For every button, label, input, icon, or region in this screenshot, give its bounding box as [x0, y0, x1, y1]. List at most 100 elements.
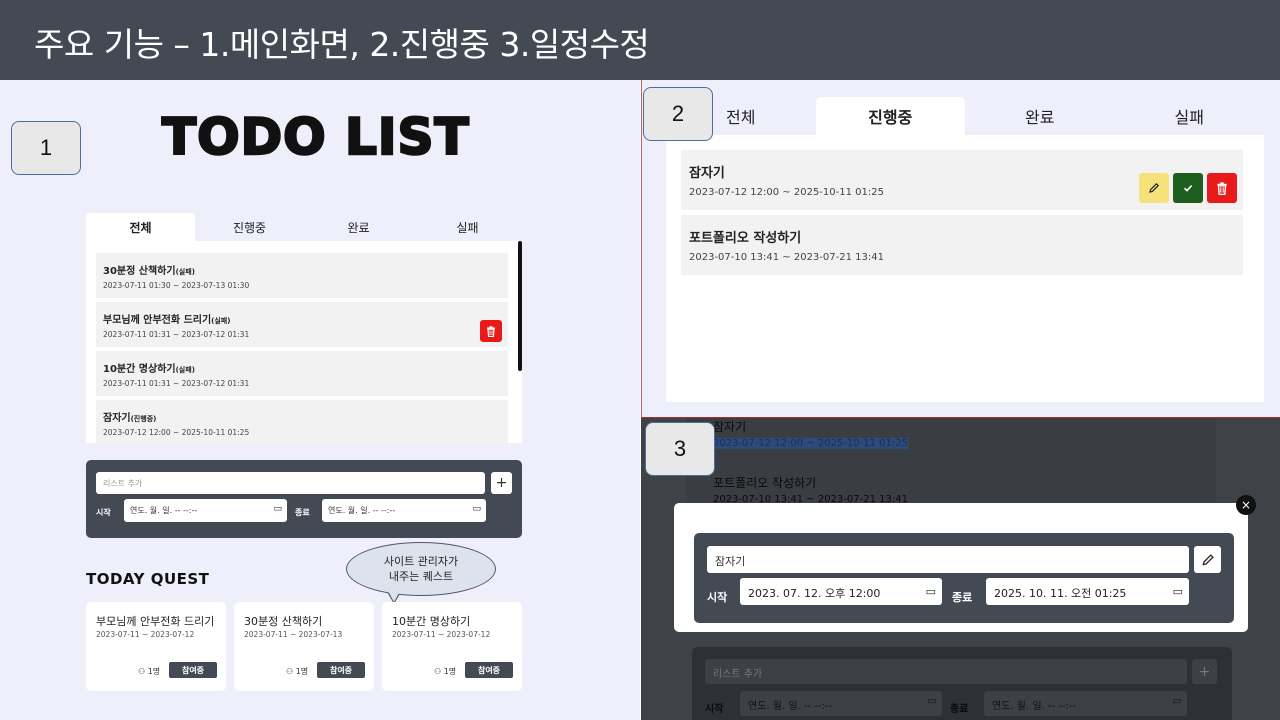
start-date-input[interactable]: 연도. 월. 일. -- --:-- ▭: [124, 499, 287, 522]
list-item[interactable]: 포트폴리오 작성하기 2023-07-10 13:41 ~ 2023-07-21…: [681, 215, 1243, 275]
dimmed-end-label: 종료: [950, 704, 969, 715]
quest-title: 10분간 명상하기: [392, 615, 471, 628]
list-item[interactable]: 잠자기(진행중) 2023-07-12 12:00 ~ 2025-10-11 0…: [96, 400, 508, 443]
dimmed-start-date: 연도. 월. 일. -- --:-- ▭: [740, 691, 942, 716]
item-dates: 2023-07-11 01:31 ~ 2023-07-12 01:31: [103, 379, 250, 388]
annotation-bubble: 사이트 관리자가 내주는 퀘스트: [346, 542, 496, 596]
item-dates: 2023-07-12 12:00 ~ 2025-10-11 01:25: [103, 428, 250, 437]
join-button[interactable]: 참여중: [317, 662, 365, 678]
participant-count: ⚇ 1명: [434, 667, 457, 676]
check-icon: [1183, 185, 1193, 192]
quest-card[interactable]: 30분정 산책하기 2023-07-11 ~ 2023-07-13 ⚇ 1명 참…: [234, 602, 374, 691]
item-status: (실패): [175, 366, 195, 374]
pencil-icon: [1149, 182, 1160, 193]
list-item[interactable]: 30분정 산책하기(실패) 2023-07-11 01:30 ~ 2023-07…: [96, 253, 508, 298]
quest-card[interactable]: 10분간 명상하기 2023-07-11 ~ 2023-07-12 ⚇ 1명 참…: [382, 602, 522, 691]
list-item[interactable]: 잠자기 2023-07-12 12:00 ~ 2025-10-11 01:25: [681, 150, 1243, 210]
slide-title: 주요 기능 – 1.메인화면, 2.진행중 3.일정수정: [34, 25, 650, 64]
join-button[interactable]: 참여중: [169, 662, 217, 678]
item-title: 잠자기(진행중): [103, 413, 157, 424]
save-edit-button[interactable]: [1194, 546, 1221, 573]
step-badge-3: 3: [645, 422, 715, 476]
tab-in-progress[interactable]: 진행중: [815, 97, 965, 135]
calendar-icon: ▭: [1172, 696, 1182, 707]
tab-failed[interactable]: 실패: [413, 213, 522, 241]
start-date-input[interactable]: 2023. 07. 12. 오후 12:00 ▭: [740, 578, 942, 605]
start-label: 시작: [96, 508, 111, 517]
calendar-icon[interactable]: ▭: [1173, 585, 1183, 598]
quest-section-title: TODAY QUEST: [86, 570, 210, 588]
quest-title: 30분정 산책하기: [244, 615, 323, 628]
dimmed-item-title: 잠자기: [713, 420, 747, 434]
quest-dates: 2023-07-11 ~ 2023-07-13: [244, 630, 343, 639]
dimmed-add-button: +: [1192, 659, 1217, 684]
quest-dates: 2023-07-11 ~ 2023-07-12: [392, 630, 491, 639]
pencil-icon: [1201, 553, 1214, 566]
edit-text-input[interactable]: 잠자기: [707, 546, 1189, 573]
calendar-icon[interactable]: ▭: [273, 504, 282, 514]
filter-tabs: 전체 진행중 완료 실패: [86, 213, 522, 241]
main-screen-panel: TODO LIST 전체 진행중 완료 실패 30분정 산책하기(실패) 202…: [0, 80, 640, 720]
item-title: 부모님께 안부전화 드리기(실패): [103, 315, 231, 326]
start-label: 시작: [707, 591, 728, 604]
bubble-line: 사이트 관리자가: [383, 555, 459, 568]
calendar-icon: ▭: [927, 696, 937, 707]
calendar-icon[interactable]: ▭: [472, 504, 481, 514]
edit-modal: 잠자기 시작 2023. 07. 12. 오후 12:00 ▭ 종료 2025.…: [674, 503, 1248, 632]
edit-modal-panel: 잠자기 2023-07-12 12:00 ~ 2025-10-11 01:25 …: [641, 418, 1280, 720]
end-date-input[interactable]: 연도. 월. 일. -- --:-- ▭: [322, 499, 486, 522]
participant-count: ⚇ 1명: [286, 667, 309, 676]
slide-header: 주요 기능 – 1.메인화면, 2.진행중 3.일정수정: [0, 0, 1280, 80]
list-scrollbar[interactable]: [518, 241, 522, 371]
delete-button[interactable]: [1207, 173, 1237, 203]
edit-form: 잠자기 시작 2023. 07. 12. 오후 12:00 ▭ 종료 2025.…: [694, 533, 1234, 623]
item-title: 포트폴리오 작성하기: [689, 231, 802, 246]
date-placeholder: 연도. 월. 일. -- --:--: [328, 506, 396, 515]
tab-done[interactable]: 완료: [965, 97, 1115, 135]
close-button[interactable]: ×: [1236, 495, 1256, 515]
step-badge-1: 1: [11, 121, 81, 175]
filter-tabs: 전체 진행중 완료 실패: [666, 97, 1264, 135]
step-badge-2: 2: [643, 87, 713, 141]
item-title: 30분정 산책하기(실패): [103, 266, 195, 277]
add-button[interactable]: +: [491, 472, 512, 494]
tab-failed[interactable]: 실패: [1115, 97, 1265, 135]
start-date-value: 2023. 07. 12. 오후 12:00: [748, 587, 881, 600]
trash-icon: [1217, 181, 1227, 195]
item-status: (진행중): [130, 415, 157, 423]
item-title: 10분간 명상하기(실패): [103, 364, 195, 375]
list-item[interactable]: 부모님께 안부전화 드리기(실패) 2023-07-11 01:31 ~ 202…: [96, 302, 508, 347]
in-progress-panel: 전체 진행중 완료 실패 잠자기 2023-07-12 12:00 ~ 2025…: [641, 80, 1280, 418]
dimmed-add-form: 리스트 추가 + 시작 연도. 월. 일. -- --:-- ▭ 종료 연도. …: [692, 647, 1232, 720]
join-button[interactable]: 참여중: [465, 662, 513, 678]
trash-icon: [487, 325, 495, 337]
todo-text-input[interactable]: 리스트 추가: [96, 472, 485, 494]
quest-card[interactable]: 부모님께 안부전화 드리기 2023-07-11 ~ 2023-07-12 ⚇ …: [86, 602, 226, 691]
todo-list: 잠자기 2023-07-12 12:00 ~ 2025-10-11 01:25 …: [666, 135, 1264, 402]
list-item[interactable]: 10분간 명상하기(실패) 2023-07-11 01:31 ~ 2023-07…: [96, 351, 508, 396]
tab-all[interactable]: 전체: [86, 213, 195, 241]
app-title: TODO LIST: [161, 107, 470, 168]
dimmed-item-dates: 2023-07-12 12:00 ~ 2025-10-11 01:25: [713, 438, 908, 449]
complete-button[interactable]: [1173, 173, 1203, 203]
dimmed-item-title: 포트폴리오 작성하기: [713, 476, 817, 490]
tab-done[interactable]: 완료: [304, 213, 413, 241]
item-title: 잠자기: [689, 166, 725, 181]
quest-title: 부모님께 안부전화 드리기: [96, 615, 215, 628]
end-label: 종료: [952, 591, 973, 604]
item-dates: 2023-07-12 12:00 ~ 2025-10-11 01:25: [689, 187, 884, 198]
tab-in-progress[interactable]: 진행중: [195, 213, 304, 241]
end-date-input[interactable]: 2025. 10. 11. 오전 01:25 ▭: [986, 578, 1189, 605]
calendar-icon[interactable]: ▭: [926, 585, 936, 598]
bubble-line: 내주는 퀘스트: [388, 570, 454, 583]
user-icon: ⚇: [286, 667, 294, 676]
item-status: (실패): [211, 317, 231, 325]
todo-list: 30분정 산책하기(실패) 2023-07-11 01:30 ~ 2023-07…: [86, 241, 522, 443]
dimmed-start-label: 시작: [705, 704, 724, 715]
item-dates: 2023-07-11 01:31 ~ 2023-07-12 01:31: [103, 330, 250, 339]
date-placeholder: 연도. 월. 일. -- --:--: [130, 506, 198, 515]
item-status: (실패): [175, 268, 195, 276]
item-dates: 2023-07-10 13:41 ~ 2023-07-21 13:41: [689, 252, 884, 263]
edit-button[interactable]: [1139, 173, 1169, 203]
delete-button[interactable]: [480, 320, 502, 342]
